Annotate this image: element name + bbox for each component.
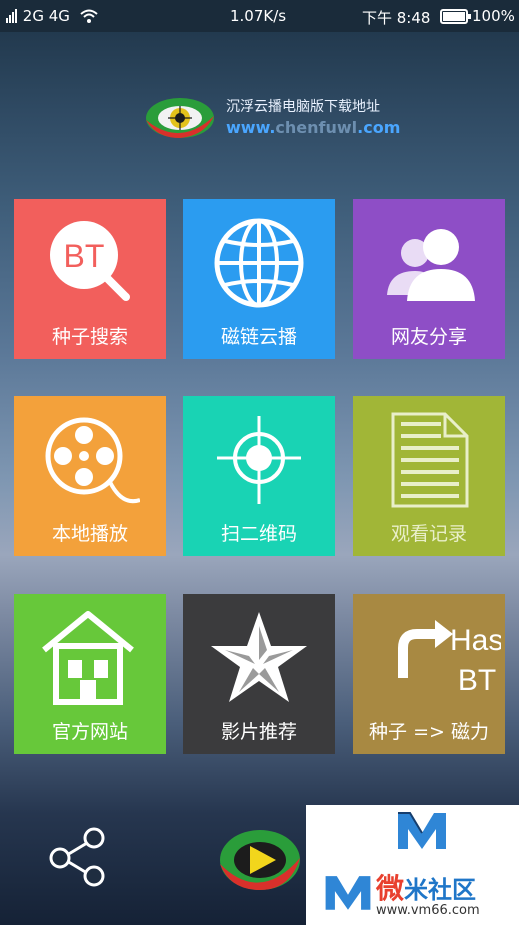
network-type-text: 2G 4G xyxy=(22,7,70,25)
tile-local-play[interactable]: 本地播放 xyxy=(14,396,166,556)
signal-bars-icon xyxy=(6,9,18,27)
tile-seed-to-magnet[interactable]: Hash BT 种子 => 磁力 xyxy=(353,594,505,754)
watermark-url: www.vm66.com xyxy=(376,903,480,918)
tile-label: 种子搜索 xyxy=(51,326,128,348)
tile-label: 官方网站 xyxy=(51,721,128,743)
tile-magnet-cloud-play[interactable]: 磁链云播 xyxy=(183,199,335,359)
document-icon xyxy=(391,412,469,508)
crosshair-icon xyxy=(217,416,301,504)
tile-official-site[interactable]: 官方网站 xyxy=(14,594,166,754)
bt-search-icon: BT xyxy=(50,221,130,301)
tile-label: 影片推荐 xyxy=(220,721,297,743)
download-banner[interactable]: 沉浮云播电脑版下载地址 www.chenfuwl.com xyxy=(144,92,404,144)
battery-indicator: 100% xyxy=(440,7,515,25)
bt-text: BT xyxy=(458,664,496,697)
star-icon xyxy=(211,612,307,702)
share-icon[interactable] xyxy=(46,824,110,888)
tile-label: 种子 => 磁力 xyxy=(369,721,489,743)
tile-user-share[interactable]: 网友分享 xyxy=(353,199,505,359)
hash-bt-convert-icon: Hash BT xyxy=(398,620,501,697)
status-bar: 2G 4G 1.07K/s 下午 8:48 100% xyxy=(0,0,519,32)
house-icon xyxy=(42,611,134,705)
banner-url: www.chenfuwl.com xyxy=(226,118,401,137)
hash-text: Hash xyxy=(450,624,501,657)
tile-movie-recommend[interactable]: 影片推荐 xyxy=(183,594,335,754)
play-logo-icon[interactable] xyxy=(218,828,302,892)
battery-icon xyxy=(440,9,471,24)
watermark-brand: 微米社区 xyxy=(376,872,477,905)
clock: 下午 8:48 xyxy=(362,9,431,27)
tile-watch-history[interactable]: 观看记录 xyxy=(353,396,505,556)
users-icon xyxy=(387,229,475,301)
tile-seed-search[interactable]: BT 种子搜索 xyxy=(14,199,166,359)
bt-icon-text: BT xyxy=(64,238,105,274)
net-speed: 1.07K/s xyxy=(230,7,287,25)
tile-label: 观看记录 xyxy=(390,523,467,545)
battery-percent: 100% xyxy=(472,7,515,25)
tile-label: 扫二维码 xyxy=(220,523,297,545)
tile-label: 本地播放 xyxy=(51,523,128,545)
tile-scan-qr[interactable]: 扫二维码 xyxy=(183,396,335,556)
tile-label: 磁链云播 xyxy=(220,326,297,348)
app-eye-logo-icon xyxy=(146,98,214,138)
vm-logo-icon xyxy=(398,812,446,849)
wifi-icon xyxy=(80,9,98,23)
signal-indicators: 2G 4G xyxy=(6,7,99,27)
banner-title: 沉浮云播电脑版下载地址 xyxy=(226,99,380,115)
tile-label: 网友分享 xyxy=(390,326,467,348)
watermark: 微米社区 www.vm66.com xyxy=(306,805,519,925)
vm-logo-small-icon xyxy=(325,876,371,910)
globe-icon xyxy=(214,218,304,308)
film-reel-icon xyxy=(45,417,140,504)
